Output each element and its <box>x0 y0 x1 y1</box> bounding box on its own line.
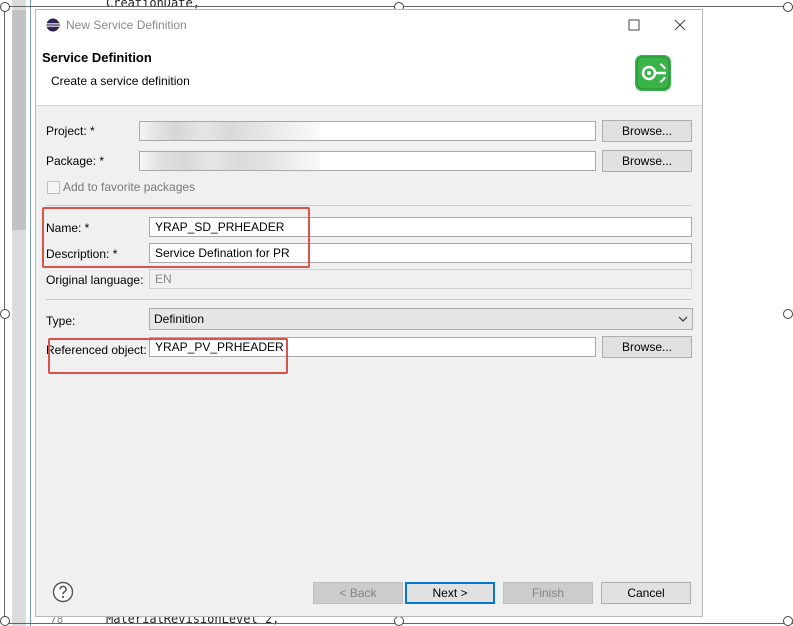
description-label: Description: * <box>46 247 118 261</box>
new-service-definition-dialog: New Service Definition Service Definitio… <box>35 9 703 617</box>
package-browse-button[interactable]: Browse... <box>602 150 692 172</box>
package-input[interactable] <box>139 151 596 171</box>
wizard-subtitle: Create a service definition <box>51 74 190 88</box>
editor-right-area <box>704 0 793 626</box>
editor-scroll-thumb[interactable] <box>12 10 26 230</box>
back-button[interactable]: < Back <box>313 582 403 604</box>
original-language-input: EN <box>149 269 692 289</box>
chevron-down-icon <box>678 316 688 322</box>
original-language-label: Original language: <box>46 273 144 287</box>
project-browse-button[interactable]: Browse... <box>602 120 692 142</box>
favorite-packages-label: Add to favorite packages <box>63 180 196 194</box>
referenced-object-label: Referenced object: <box>46 343 147 357</box>
wizard-title: Service Definition <box>42 50 152 65</box>
finish-button[interactable]: Finish <box>503 582 593 604</box>
maximize-button[interactable] <box>611 10 657 40</box>
eclipse-icon <box>46 18 60 32</box>
wizard-header: Service Definition Create a service defi… <box>36 40 702 106</box>
resize-handle-tr[interactable] <box>783 2 793 12</box>
cancel-button[interactable]: Cancel <box>601 582 691 604</box>
close-icon <box>674 19 686 31</box>
package-value-redacted <box>140 152 320 170</box>
favorite-packages-checkbox[interactable] <box>47 181 60 194</box>
resize-handle-mr[interactable] <box>783 309 793 319</box>
type-dropdown[interactable]: Definition <box>149 308 693 330</box>
type-dropdown-value: Definition <box>154 312 205 326</box>
name-label: Name: * <box>46 221 90 235</box>
maximize-icon <box>628 19 640 31</box>
close-button[interactable] <box>657 10 703 40</box>
project-input[interactable] <box>139 121 596 141</box>
next-button[interactable]: Next > <box>405 582 495 604</box>
resize-handle-ml[interactable] <box>0 309 10 319</box>
project-label: Project: * <box>46 124 95 138</box>
type-label: Type: <box>46 314 76 328</box>
package-label: Package: * <box>46 154 105 168</box>
editor-margin-line <box>30 0 31 626</box>
separator-1 <box>46 205 692 206</box>
referenced-object-browse-button[interactable]: Browse... <box>602 336 692 358</box>
resize-handle-bl[interactable] <box>0 616 10 626</box>
help-icon[interactable] <box>52 581 74 603</box>
separator-2 <box>46 299 692 300</box>
dialog-title: New Service Definition <box>66 18 187 32</box>
resize-handle-tl[interactable] <box>0 2 10 12</box>
dialog-titlebar[interactable]: New Service Definition <box>36 10 702 40</box>
name-input[interactable]: YRAP_SD_PRHEADER <box>149 217 692 237</box>
service-definition-icon <box>635 55 671 91</box>
project-value-redacted <box>140 122 320 140</box>
referenced-object-input[interactable]: YRAP_PV_PRHEADER <box>149 337 596 357</box>
description-input[interactable]: Service Defination for PR <box>149 243 692 263</box>
resize-handle-br[interactable] <box>783 616 793 626</box>
resize-handle-bc[interactable] <box>394 616 404 626</box>
